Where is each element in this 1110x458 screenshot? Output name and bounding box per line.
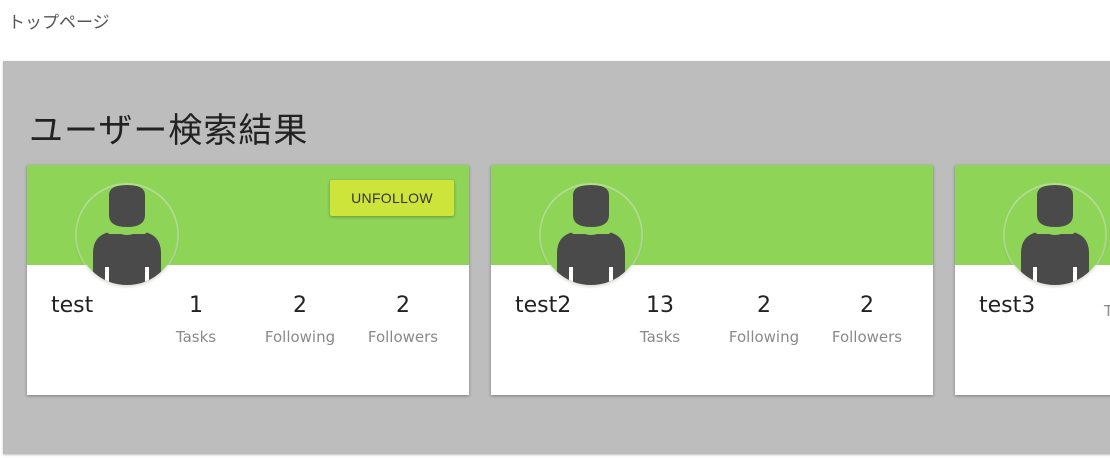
search-results-panel: ユーザー検索結果 UNFOLLOW test 1 Tasks 2 Followi… (3, 61, 1110, 454)
avatar[interactable] (541, 185, 641, 285)
username[interactable]: test2 (515, 293, 571, 318)
breadcrumb-top-page[interactable]: トップページ (8, 8, 110, 33)
stat-value: 2 (396, 293, 410, 318)
unfollow-button[interactable]: UNFOLLOW (330, 180, 454, 216)
stat-label: Followers (831, 328, 903, 346)
stat-label: Following (728, 328, 800, 346)
stat-label: Followers (367, 328, 439, 346)
stat-label: Tasks (175, 328, 217, 346)
person-silhouette-icon (1005, 185, 1105, 285)
stat-label: Tasks (639, 328, 681, 346)
avatar[interactable] (77, 185, 177, 285)
user-card: test3 Tasks (955, 165, 1110, 395)
stat-value: 13 (646, 293, 674, 318)
stat-value: 1 (189, 293, 203, 318)
stat-label: Tasks (1103, 302, 1110, 320)
stat-followers[interactable]: 2 Followers (822, 293, 912, 346)
username[interactable]: test (51, 293, 93, 318)
person-silhouette-icon (77, 185, 177, 285)
avatar[interactable] (1005, 185, 1105, 285)
stat-label: Following (264, 328, 336, 346)
stat-value: 2 (293, 293, 307, 318)
stat-tasks[interactable]: 13 Tasks (615, 293, 705, 346)
stat-following[interactable]: 2 Following (719, 293, 809, 346)
stat-value: 2 (860, 293, 874, 318)
stat-value: 2 (757, 293, 771, 318)
stat-followers[interactable]: 2 Followers (358, 293, 448, 346)
page-title: ユーザー検索結果 (29, 111, 309, 151)
stat-tasks[interactable]: Tasks (1079, 293, 1110, 320)
user-card: UNFOLLOW test 1 Tasks 2 Following 2 Foll… (27, 165, 469, 395)
stat-following[interactable]: 2 Following (255, 293, 345, 346)
user-card: test2 13 Tasks 2 Following 2 Followers (491, 165, 933, 395)
stat-tasks[interactable]: 1 Tasks (151, 293, 241, 346)
person-silhouette-icon (541, 185, 641, 285)
username[interactable]: test3 (979, 293, 1035, 318)
